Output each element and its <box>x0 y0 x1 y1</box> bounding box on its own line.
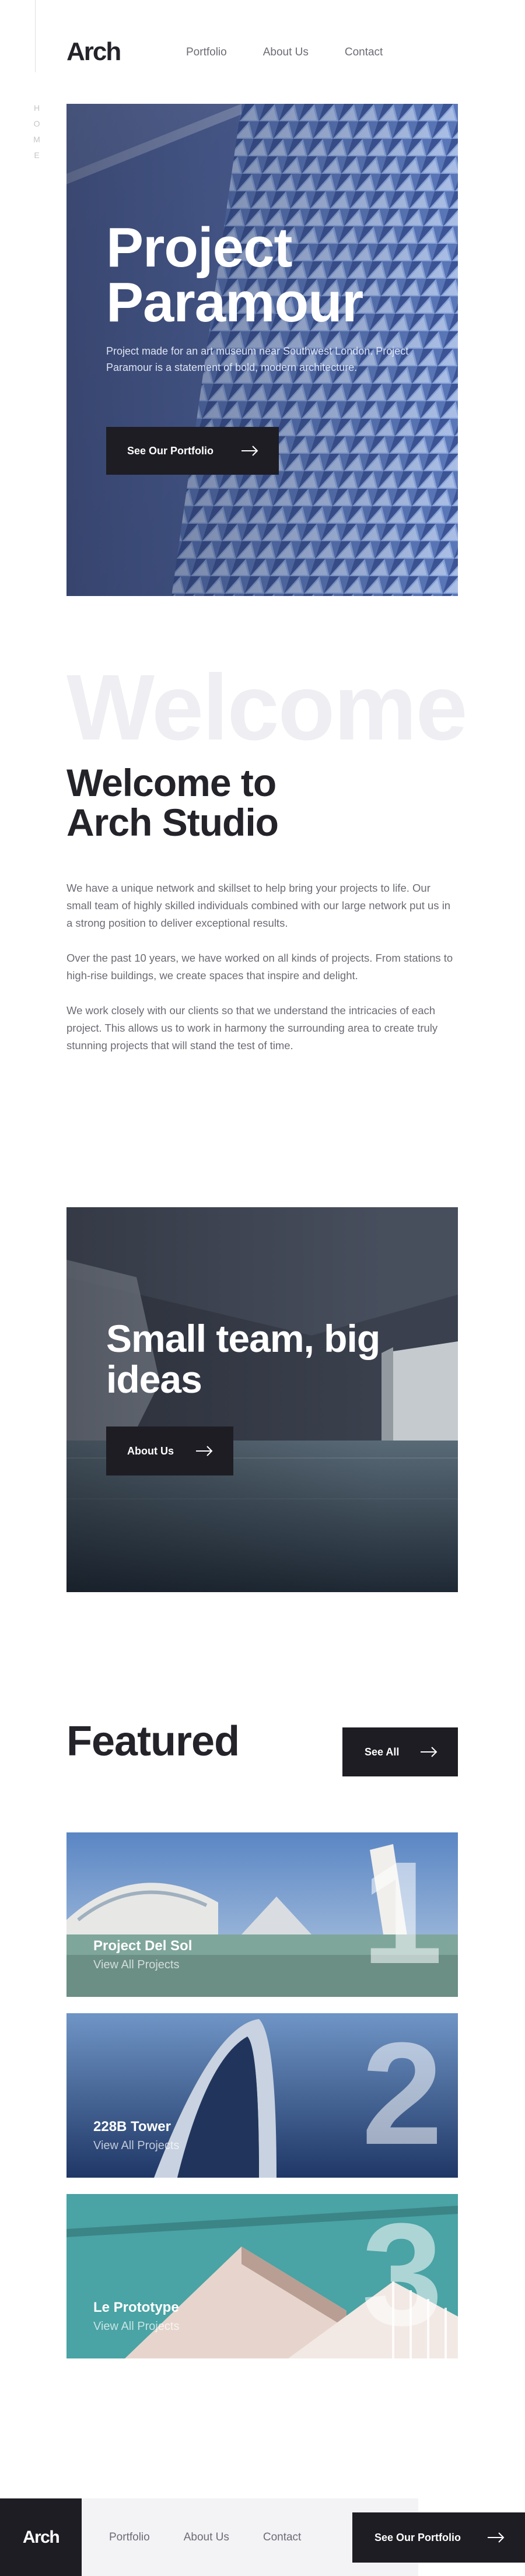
hero-section: Project Paramour Project made for an art… <box>66 104 458 596</box>
project-number: 1 <box>361 1832 443 1994</box>
project-name: 228B Tower <box>93 2119 171 2135</box>
featured-project-card[interactable]: 1 Project Del Sol View All Projects <box>66 1832 458 1997</box>
small-team-section: Small team, big ideas About Us <box>66 1207 458 1592</box>
view-all-projects-link[interactable]: View All Projects <box>93 2319 179 2334</box>
footer: Arch Portfolio About Us Contact See Our … <box>0 2498 525 2576</box>
welcome-title: Welcome to Arch Studio <box>66 761 279 844</box>
welcome-paragraph: We work closely with our clients so that… <box>66 1004 438 1052</box>
project-number: 2 <box>361 2013 443 2175</box>
footer-logo-text: Arch <box>22 2527 60 2547</box>
project-name: Project Del Sol <box>93 1938 192 1954</box>
welcome-body: We have a unique network and skillset to… <box>66 879 459 1072</box>
page-indicator: H O M E <box>33 103 41 160</box>
featured-project-card[interactable]: 2 228B Tower View All Projects <box>66 2013 458 2178</box>
button-label: See All <box>365 1746 400 1758</box>
hero-description: Project made for an art museum near Sout… <box>106 345 409 373</box>
logo[interactable]: Arch <box>66 37 121 66</box>
page-indicator-letter: H <box>33 103 41 113</box>
nav-about-link[interactable]: About Us <box>263 45 309 59</box>
arrow-right-icon <box>421 1747 438 1757</box>
arrow-right-icon <box>488 2532 505 2543</box>
footer-nav: Portfolio About Us Contact <box>109 2531 301 2544</box>
featured-project-card[interactable]: 3 Le Prototype View All Projects <box>66 2194 458 2358</box>
welcome-paragraph: We have a unique network and skillset to… <box>66 882 451 929</box>
welcome-paragraph: Over the past 10 years, we have worked o… <box>66 952 453 982</box>
about-us-button[interactable]: About Us <box>106 1427 233 1475</box>
page-indicator-letter: O <box>33 119 41 128</box>
see-our-portfolio-button[interactable]: See Our Portfolio <box>106 427 279 475</box>
button-label: About Us <box>127 1445 174 1457</box>
page-indicator-letter: E <box>34 150 41 160</box>
decorative-vertical-line <box>35 0 36 72</box>
footer-portfolio-link[interactable]: Portfolio <box>109 2531 150 2544</box>
nav-portfolio-link[interactable]: Portfolio <box>186 45 227 59</box>
view-all-projects-link[interactable]: View All Projects <box>93 2138 179 2153</box>
project-number: 3 <box>361 2194 443 2356</box>
welcome-background-word: Welcome <box>66 655 468 759</box>
top-nav: Portfolio About Us Contact <box>186 45 383 59</box>
footer-about-link[interactable]: About Us <box>184 2531 229 2544</box>
featured-title: Featured <box>66 1718 240 1765</box>
arrow-right-icon <box>196 1446 213 1456</box>
footer-see-our-portfolio-button[interactable]: See Our Portfolio <box>352 2512 525 2563</box>
small-team-title: Small team, big ideas <box>106 1317 380 1401</box>
view-all-projects-link[interactable]: View All Projects <box>93 1957 179 1972</box>
footer-contact-link[interactable]: Contact <box>263 2531 301 2544</box>
footer-logo[interactable]: Arch <box>0 2498 82 2576</box>
arrow-right-icon <box>242 446 258 456</box>
nav-contact-link[interactable]: Contact <box>345 45 383 59</box>
see-all-button[interactable]: See All <box>342 1727 458 1776</box>
button-label: See Our Portfolio <box>374 2531 461 2543</box>
button-label: See Our Portfolio <box>127 444 214 457</box>
hero-title: Project Paramour <box>106 216 363 334</box>
page-indicator-letter: M <box>33 135 41 144</box>
project-name: Le Prototype <box>93 2300 179 2315</box>
